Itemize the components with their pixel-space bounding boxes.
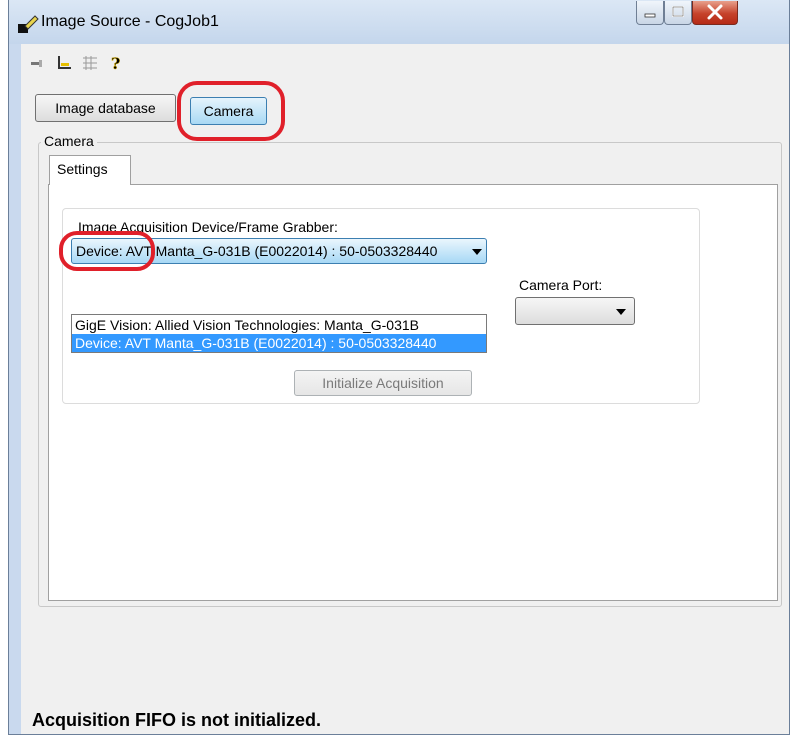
window-title: Image Source - CogJob1 [41, 13, 219, 30]
minimize-button[interactable] [636, 1, 664, 25]
camera-group-title: Camera [41, 133, 97, 149]
device-select-value: Device: AVT Manta_G-031B (E0022014) : 50… [76, 243, 438, 259]
initialize-acquisition-button[interactable]: Initialize Acquisition [294, 370, 472, 396]
client-area: ? Image database Camera Camera Settings … [21, 44, 789, 734]
minimize-icon [644, 13, 656, 18]
help-icon[interactable]: ? [107, 54, 125, 72]
svg-text:?: ? [111, 54, 120, 72]
device-select[interactable]: Device: AVT Manta_G-031B (E0022014) : 50… [71, 238, 487, 264]
app-icon [18, 15, 39, 33]
tab-settings[interactable]: Settings [49, 155, 131, 185]
camera-port-select[interactable] [515, 297, 635, 325]
camera-button[interactable]: Camera [190, 97, 267, 125]
chevron-down-icon [472, 249, 482, 255]
crop-icon[interactable] [55, 54, 73, 72]
status-bar: Acquisition FIFO is not initialized. [21, 704, 789, 734]
image-database-button[interactable]: Image database [35, 94, 176, 122]
maximize-button[interactable] [664, 1, 692, 25]
pin-icon[interactable] [29, 54, 47, 72]
status-text: Acquisition FIFO is not initialized. [32, 710, 322, 730]
device-dropdown-list: GigE Vision: Allied Vision Technologies:… [71, 314, 487, 353]
grid-icon[interactable] [81, 54, 99, 72]
chevron-down-icon [616, 309, 626, 315]
dropdown-option-selected[interactable]: Device: AVT Manta_G-031B (E0022014) : 50… [72, 334, 486, 352]
image-source-window: Image Source - CogJob1 ? Image database … [8, 0, 790, 735]
dropdown-option[interactable]: GigE Vision: Allied Vision Technologies:… [72, 316, 486, 334]
acquisition-device-label: Image Acquisition Device/Frame Grabber: [78, 219, 338, 235]
camera-port-label: Camera Port: [519, 277, 603, 293]
close-icon [707, 4, 723, 20]
title-bar[interactable]: Image Source - CogJob1 [9, 0, 789, 44]
close-button[interactable] [692, 1, 738, 25]
maximize-icon [672, 6, 684, 17]
toolbar: ? [21, 44, 789, 82]
